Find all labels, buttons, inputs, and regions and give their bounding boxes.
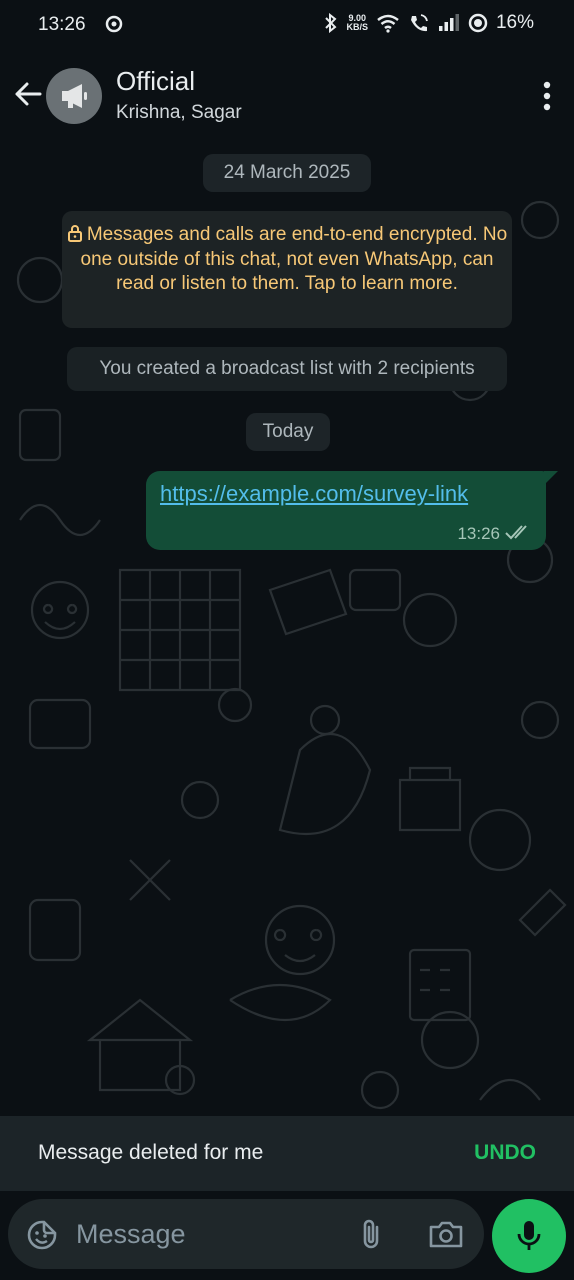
wifi-calling-icon: [410, 14, 428, 32]
message-placeholder: Message: [76, 1219, 186, 1249]
wifi-icon: [377, 14, 399, 33]
read-ticks-icon: [505, 525, 527, 540]
undo-button[interactable]: UNDO: [474, 1141, 536, 1165]
battery-icon: [468, 13, 488, 33]
snackbar-text: Message deleted for me: [38, 1141, 264, 1164]
network-speed: 9.00 KB/S: [346, 13, 368, 32]
app-notification-icon: [105, 15, 123, 33]
back-arrow-icon[interactable]: [12, 78, 44, 110]
voice-record-button[interactable]: [492, 1199, 566, 1273]
encryption-text: Messages and calls are end-to-end encryp…: [80, 224, 508, 294]
attach-icon[interactable]: [358, 1217, 384, 1251]
avatar[interactable]: [46, 68, 102, 124]
emoji-sticker-icon[interactable]: [26, 1219, 58, 1251]
status-bar: 13:26 9.00 KB/S 16%: [0, 0, 574, 52]
broadcast-megaphone-icon: [62, 84, 87, 108]
system-message: You created a broadcast list with 2 reci…: [67, 347, 507, 391]
message-link[interactable]: https://example.com/survey-link: [160, 481, 468, 507]
signal-icon: [438, 14, 459, 31]
composer-bar: Message: [0, 1191, 574, 1280]
chat-area[interactable]: 24 March 2025 Messages and calls are end…: [0, 140, 574, 1116]
encryption-notice[interactable]: Messages and calls are end-to-end encryp…: [62, 211, 512, 328]
date-separator-today: Today: [246, 413, 330, 451]
message-time: 13:26: [457, 524, 500, 543]
snackbar: Message deleted for me UNDO: [0, 1116, 574, 1191]
lock-icon: [67, 225, 82, 242]
status-time: 13:26: [38, 14, 86, 35]
date-separator: 24 March 2025: [203, 154, 371, 192]
camera-icon[interactable]: [428, 1219, 464, 1249]
chat-title[interactable]: Official: [116, 66, 195, 97]
chat-header: Official Krishna, Sagar: [0, 52, 574, 140]
message-input[interactable]: Message: [8, 1199, 484, 1269]
chat-subtitle[interactable]: Krishna, Sagar: [116, 102, 242, 124]
outgoing-message[interactable]: https://example.com/survey-link 13:26: [146, 471, 546, 550]
more-options-icon[interactable]: [542, 80, 552, 112]
microphone-icon: [517, 1221, 541, 1250]
battery-level: 16%: [495, 12, 534, 33]
bluetooth-icon: [325, 13, 337, 33]
bubble-tail: [544, 471, 558, 485]
